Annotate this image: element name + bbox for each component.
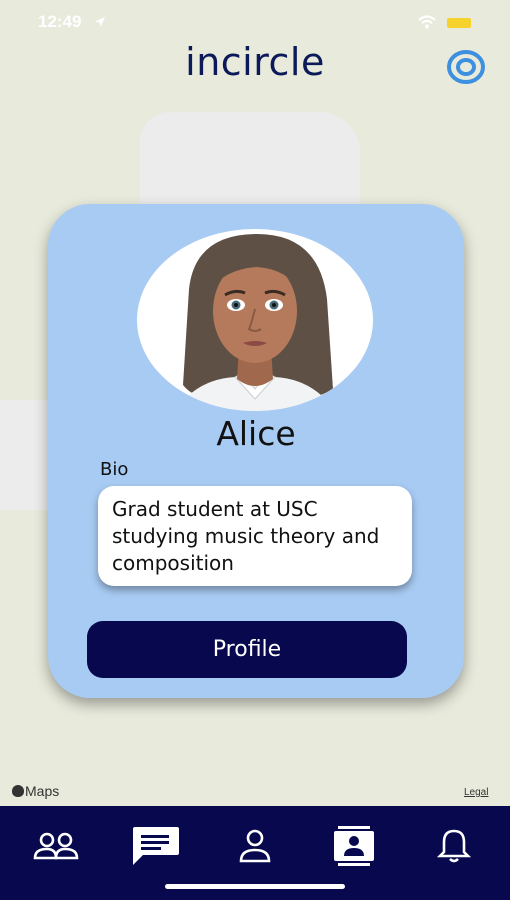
maps-label: Maps: [25, 783, 60, 799]
tab-profile[interactable]: [225, 822, 285, 870]
tab-people[interactable]: [26, 822, 86, 870]
location-arrow-icon: [95, 17, 105, 27]
target-icon: [447, 50, 485, 84]
wifi-icon: [418, 15, 436, 29]
avatar-image: [175, 234, 335, 411]
chat-icon: [133, 827, 179, 865]
app-title: incircle: [185, 40, 325, 84]
user-name: Alice: [216, 414, 296, 453]
home-indicator: [165, 884, 345, 889]
map-region: [140, 112, 360, 207]
avatar: [137, 229, 373, 411]
tab-contacts[interactable]: [324, 822, 384, 870]
bio-text: Grad student at USC studying music theor…: [98, 486, 412, 586]
tab-notifications[interactable]: [424, 822, 484, 870]
bio-label: Bio: [100, 459, 129, 480]
contact-card-icon: [334, 826, 374, 866]
apple-logo-icon: [12, 785, 24, 797]
profile-card: Alice Bio Grad student at USC studying m…: [48, 204, 464, 698]
status-time: 12:49: [38, 12, 82, 31]
legal-link[interactable]: Legal: [464, 787, 488, 798]
battery-icon: [447, 18, 471, 28]
bell-icon: [437, 829, 471, 863]
profile-button[interactable]: Profile: [87, 621, 407, 678]
target-settings-button[interactable]: [446, 49, 486, 85]
tab-chat[interactable]: [125, 822, 185, 870]
maps-attribution: Maps: [12, 783, 59, 799]
person-icon: [239, 829, 271, 863]
people-icon: [33, 832, 79, 860]
status-bar: 12:49: [0, 0, 510, 44]
